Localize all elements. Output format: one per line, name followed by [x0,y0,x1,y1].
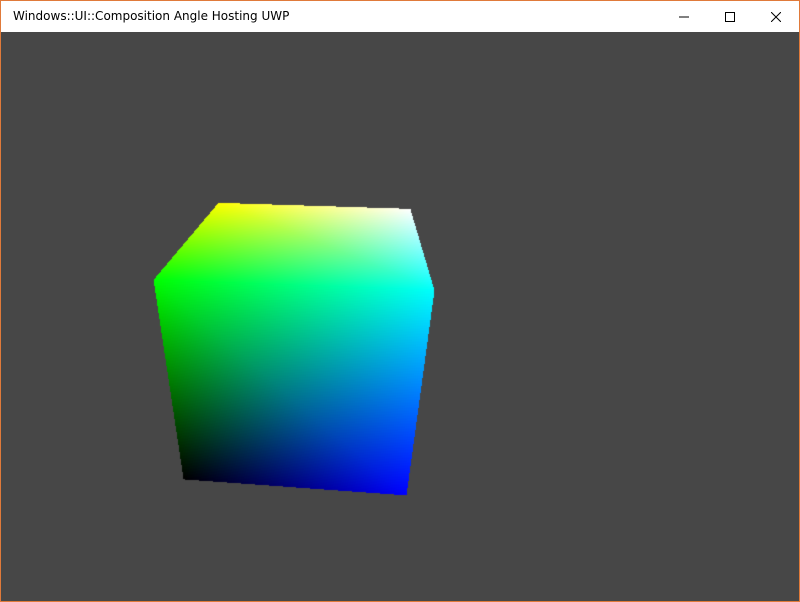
maximize-icon [725,11,735,22]
app-window: Windows::UI::Composition Angle Hosting U… [0,0,800,602]
minimize-icon [679,16,689,17]
window-title: Windows::UI::Composition Angle Hosting U… [13,9,290,23]
window-controls [661,1,799,32]
close-button[interactable] [753,1,799,32]
title-bar[interactable]: Windows::UI::Composition Angle Hosting U… [1,1,799,32]
rgb-color-cube [1,32,799,601]
render-surface[interactable] [1,32,799,601]
maximize-button[interactable] [707,1,753,32]
minimize-button[interactable] [661,1,707,32]
close-icon [771,11,781,22]
